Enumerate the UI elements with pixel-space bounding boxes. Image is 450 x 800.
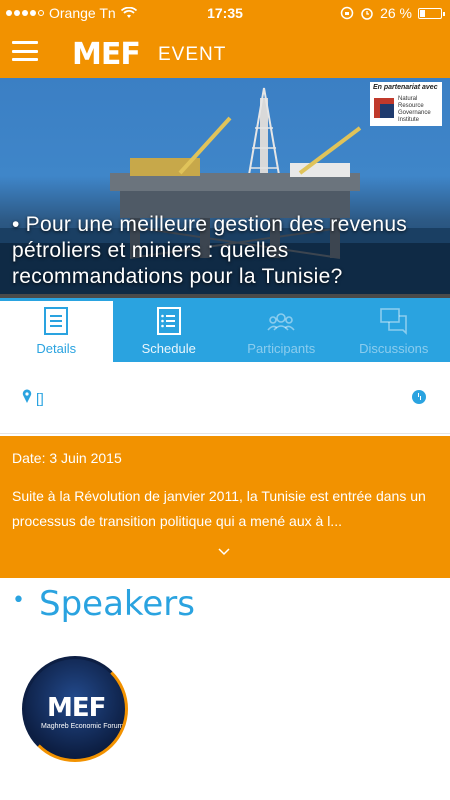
location-pin-icon xyxy=(22,389,32,403)
event-details[interactable]: Date: 3 Juin 2015 Suite à la Révolution … xyxy=(0,436,450,578)
app-title: EVENT xyxy=(158,44,227,65)
speakers-heading-text: Speakers xyxy=(38,584,195,624)
title-bullet: • xyxy=(12,213,20,236)
app-bar: MEF EVENT xyxy=(0,26,450,78)
list-icon xyxy=(156,307,181,335)
chat-icon xyxy=(379,308,407,335)
heading-bullet: • xyxy=(12,588,25,613)
battery-icon xyxy=(418,7,445,19)
partner-name: Natural Resource Governance Institute xyxy=(398,96,431,123)
tab-schedule[interactable]: Schedule xyxy=(112,298,225,362)
event-description: Suite à la Révolution de janvier 2011, l… xyxy=(12,488,426,529)
location-text[interactable]: [] xyxy=(36,390,44,406)
tab-participants[interactable]: Participants xyxy=(225,298,338,362)
avatar-caption: Maghreb Economic Forum xyxy=(41,723,124,730)
location-row: [] xyxy=(0,362,450,434)
tab-label: Participants xyxy=(247,341,316,356)
hamburger-menu-icon[interactable] xyxy=(12,41,38,61)
rotation-lock-icon xyxy=(340,6,354,20)
speakers-heading: • Speakers xyxy=(12,584,195,624)
people-icon xyxy=(267,313,295,331)
clock-icon xyxy=(412,390,426,404)
tab-label: Details xyxy=(36,341,77,356)
battery-percent: 26 % xyxy=(380,5,412,21)
tab-discussions[interactable]: Discussions xyxy=(337,298,450,362)
tab-bar: Details Schedule Participants Discussion… xyxy=(0,298,450,362)
document-icon xyxy=(44,307,69,335)
alarm-icon xyxy=(361,8,373,20)
tab-label: Schedule xyxy=(141,341,196,356)
event-title-text: Pour une meilleure gestion des revenus p… xyxy=(12,213,408,288)
status-bar: Orange Tn 17:35 26 % xyxy=(0,0,450,26)
partner-logo xyxy=(374,98,394,118)
status-right: 26 % xyxy=(340,5,445,21)
tab-details[interactable]: Details xyxy=(0,298,113,362)
event-date: Date: 3 Juin 2015 xyxy=(12,450,122,466)
partner-label: En partenariat avec xyxy=(373,84,438,91)
speaker-avatar[interactable]: MEF Maghreb Economic Forum xyxy=(22,656,128,762)
event-title: • Pour une meilleure gestion des revenus … xyxy=(12,212,442,290)
partner-badge: En partenariat avec Natural Resource Gov… xyxy=(370,82,442,126)
avatar-logo: MEF xyxy=(47,693,106,723)
tab-label: Discussions xyxy=(359,341,429,356)
brand-logo: MEF xyxy=(72,37,141,72)
chevron-down-icon[interactable] xyxy=(217,546,231,556)
